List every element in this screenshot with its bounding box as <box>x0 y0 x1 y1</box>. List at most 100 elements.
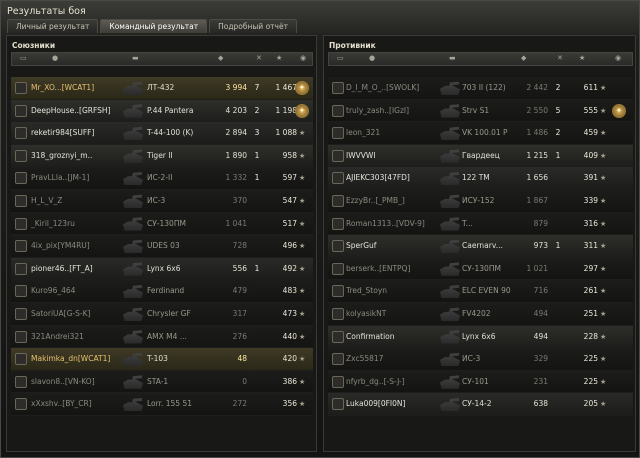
player-name[interactable]: kolyasikNT <box>346 303 436 325</box>
player-row[interactable]: reketir984[SUFF] T-44-100 (K) 2 894 3 1 088 ★ <box>11 122 313 145</box>
squad-badge <box>15 330 27 343</box>
player-icon[interactable]: ● <box>52 54 58 62</box>
player-row[interactable]: Tred_Stoyn ELC EVEN 90 716 261 ★ <box>328 280 633 303</box>
tank-icon[interactable]: ▬ <box>449 54 456 62</box>
player-name[interactable]: Confirmation <box>346 326 436 348</box>
player-name[interactable]: Roman1313..[VDV-9] <box>346 213 436 235</box>
squad-badge <box>332 82 344 94</box>
tank-icon[interactable]: ▬ <box>132 54 139 62</box>
player-row[interactable]: leon_321 VK 100.01 P1 486 2 459 ★ <box>328 122 633 145</box>
player-row[interactable]: 4ix_pix[YM4RU] UDES 03 728 496 ★ <box>11 235 313 258</box>
player-row[interactable]: EzzyBr..[_PMB_] ИСУ-152 1 867 339 ★ <box>328 189 633 213</box>
player-name[interactable]: H_L_V_Z <box>31 190 111 212</box>
medal-icon[interactable]: ◉ <box>300 54 306 62</box>
player-icon[interactable]: ● <box>369 54 375 62</box>
player-row[interactable]: PravLLla..[JM-1] ИС-2-II 1 332 1 597 ★ <box>11 167 313 190</box>
xp-value: 228 <box>583 331 598 341</box>
player-row[interactable]: kolyasikNT FV4202 494 251 ★ <box>328 302 633 326</box>
tab-team[interactable]: Командный результат <box>100 19 208 33</box>
player-name[interactable]: EzzyBr..[_PMB_] <box>346 190 436 212</box>
frags-icon[interactable]: ✕ <box>256 54 262 62</box>
player-row[interactable]: Zxc55817 ИС-3 329 225 ★ <box>328 348 633 371</box>
player-name[interactable]: Zxc55817 <box>346 348 436 370</box>
player-row[interactable]: _Kiril_123ru СУ-130ПМ 1 041 517 ★ <box>11 212 313 236</box>
tab-detailed[interactable]: Подробный отчёт <box>209 19 297 33</box>
medal-icon[interactable]: ◉ <box>615 54 621 62</box>
xp-value: 386 <box>282 376 297 386</box>
player-row[interactable]: 318_groznyi_m.. Tiger II 1 890 1 958 ★ <box>11 144 313 168</box>
player-row[interactable]: Confirmation Lynx 6x6 494 228 ★ <box>328 325 633 349</box>
player-name[interactable]: PravLLla..[JM-1] <box>31 167 111 189</box>
damage-value: 2 550 <box>526 105 548 115</box>
player-row[interactable]: D_I_M_O_..[SWOLK] 703 II (122) 2 442 2 611 ★ <box>328 77 633 100</box>
squad-icon[interactable]: ▭ <box>337 54 344 62</box>
frags-value: 3 <box>254 128 260 138</box>
player-name[interactable]: nfyrb_dg..[-S-J-] <box>346 371 436 393</box>
damage-value: 0 <box>242 376 247 386</box>
player-name[interactable]: 321Andrei321 <box>31 326 111 348</box>
frags-value <box>249 348 265 370</box>
player-row[interactable]: 321Andrei321 AMX M4 ... 276 440 ★ <box>11 325 313 349</box>
squad-badge <box>15 149 27 162</box>
player-row[interactable]: berserk..[ENTPQ] СУ-130ПМ 1 021 297 ★ <box>328 257 633 281</box>
frags-icon[interactable]: ✕ <box>557 54 563 62</box>
player-name[interactable]: leon_321 <box>346 122 436 144</box>
xp-icon[interactable]: ★ <box>579 54 585 62</box>
player-name[interactable]: berserk..[ENTPQ] <box>346 258 436 280</box>
player-row[interactable]: truly_zash..[IGzI] Strv S1 2 550 5 555 ★ ✦ <box>328 99 633 123</box>
player-row[interactable]: xXxshv..[BY_CR] Lorr. 155 51 272 356 ★ <box>11 393 313 416</box>
player-name[interactable]: xXxshv..[BY_CR] <box>31 393 111 415</box>
damage-icon[interactable]: ◆ <box>218 54 223 62</box>
player-row[interactable]: AJIEKC303[47FD] 122 TM 1 656 391 ★ <box>328 167 633 190</box>
player-name[interactable]: 318_groznyi_m.. <box>31 145 111 167</box>
player-row[interactable]: IWVVWI Гвардеец 1 215 1 409 ★ <box>328 144 633 168</box>
player-name[interactable]: AJIEKC303[47FD] <box>346 167 436 189</box>
player-row[interactable]: Luka009[0FI0N] СУ-14-2 638 205 ★ <box>328 393 633 416</box>
player-name[interactable]: DeepHouse..[GRFSH] <box>31 100 111 122</box>
player-row[interactable]: H_L_V_Z ИС-3 370 547 ★ <box>11 189 313 213</box>
player-row[interactable]: Kuro96_464 Ferdinand 479 483 ★ <box>11 280 313 303</box>
medal-icon[interactable]: ✦ <box>612 103 626 118</box>
tab-bar: Личный результат Командный результат Под… <box>7 19 297 33</box>
player-name[interactable]: D_I_M_O_..[SWOLK] <box>346 77 436 99</box>
player-name[interactable]: Kuro96_464 <box>31 280 111 302</box>
squad-badge <box>332 330 344 343</box>
player-name[interactable]: SatoriUA[G-S-K] <box>31 303 111 325</box>
player-row[interactable]: nfyrb_dg..[-S-J-] СУ-101 231 225 ★ <box>328 370 633 394</box>
player-row[interactable]: Makimka_dn[WCAT1] T-103 48 420 ★ <box>11 348 313 371</box>
damage-icon[interactable]: ◆ <box>521 54 526 62</box>
tank-icon <box>440 398 460 412</box>
player-name[interactable]: _Kiril_123ru <box>31 213 111 235</box>
player-name[interactable]: Mr_XO...[WCAT1] <box>31 77 111 99</box>
frags-value: 2 <box>555 83 561 92</box>
player-name[interactable]: truly_zash..[IGzI] <box>346 100 436 122</box>
player-name[interactable]: Tred_Stoyn <box>346 280 436 302</box>
player-name[interactable]: Makimka_dn[WCAT1] <box>31 348 111 370</box>
player-row[interactable]: SperGuf Caernarv... 973 1 311 ★ <box>328 235 633 258</box>
tab-personal[interactable]: Личный результат <box>7 19 99 33</box>
player-name[interactable]: slavon8..[VN-KO] <box>31 371 111 393</box>
damage-value: 1 041 <box>225 218 247 228</box>
player-name[interactable]: IWVVWI <box>346 145 436 167</box>
allies-list: Mr_XO...[WCAT1]ЛТ-4323 99471 467★✦DeepHo… <box>11 77 313 416</box>
squad-icon[interactable]: ▭ <box>20 54 27 62</box>
player-row[interactable]: Mr_XO...[WCAT1]ЛТ-4323 99471 467★✦ <box>11 77 313 100</box>
player-row[interactable]: Roman1313..[VDV-9] T... 879 316 ★ <box>328 212 633 236</box>
frags-value <box>249 326 265 348</box>
medal-icon[interactable]: ✦ <box>295 81 309 95</box>
player-name[interactable]: 4ix_pix[YM4RU] <box>31 235 111 257</box>
xp-value: 1 467 <box>275 83 297 92</box>
damage-value: 4 203 <box>225 105 247 115</box>
xp-value: 409 <box>583 150 598 160</box>
player-row[interactable]: SatoriUA[G-S-K] Chrysler GF 317 473 ★ <box>11 302 313 326</box>
player-name[interactable]: reketir984[SUFF] <box>31 122 111 144</box>
player-name[interactable]: pioner46..[FT_A] <box>31 258 111 280</box>
xp-icon[interactable]: ★ <box>276 54 282 62</box>
frags-value <box>249 213 265 235</box>
player-name[interactable]: SperGuf <box>346 235 436 257</box>
medal-icon[interactable]: ✦ <box>295 103 309 118</box>
player-name[interactable]: Luka009[0FI0N] <box>346 393 436 415</box>
player-row[interactable]: DeepHouse..[GRFSH] P.44 Pantera 4 203 2 1 19… <box>11 99 313 123</box>
player-row[interactable]: slavon8..[VN-KO] STA-1 0 386 ★ <box>11 370 313 394</box>
player-row[interactable]: pioner46..[FT_A] Lynx 6x6 556 1 492 ★ <box>11 257 313 281</box>
